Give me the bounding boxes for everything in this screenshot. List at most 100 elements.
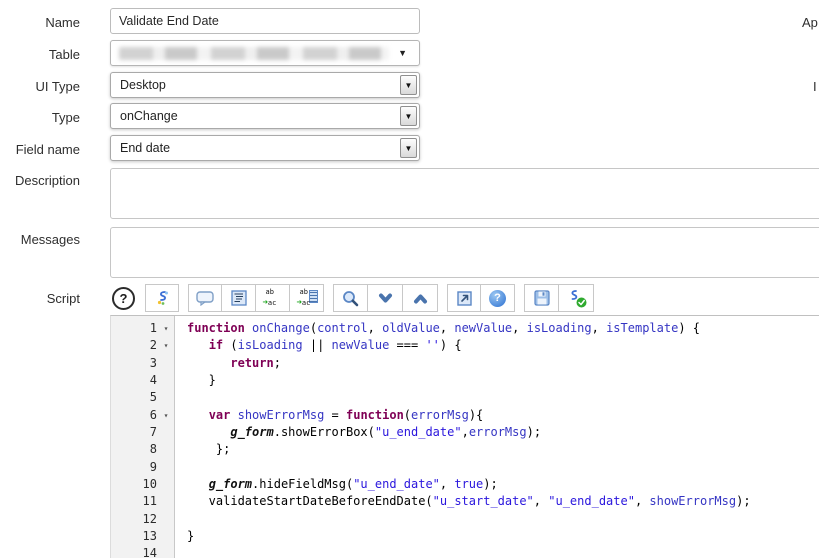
code-line[interactable]: 6 ▾ var showErrorMsg = function(errorMsg)… — [111, 407, 819, 424]
script-label: Script — [46, 291, 80, 306]
messages-textarea[interactable] — [110, 227, 819, 278]
script-code-editor[interactable]: 1 ▾ function onChange(control, oldValue, n… — [110, 315, 819, 558]
find-next-button[interactable] — [368, 284, 403, 312]
description-label: Description — [14, 173, 80, 188]
type-select[interactable]: onChange ▼ — [110, 103, 420, 129]
format-code-button[interactable] — [222, 284, 256, 312]
line-number: 10 — [142, 477, 157, 492]
code-text[interactable]: return; — [175, 355, 281, 372]
search-icon — [343, 290, 359, 306]
line-gutter: 7 — [111, 424, 175, 441]
open-in-new-window-button[interactable] — [447, 284, 481, 312]
code-text[interactable]: } — [175, 372, 216, 389]
dropdown-caret-icon: ▼ — [404, 111, 413, 121]
ui-type-dropdown-button[interactable]: ▼ — [400, 75, 417, 95]
comment-button[interactable] — [188, 284, 222, 312]
fold-arrow-icon[interactable]: ▾ — [157, 320, 175, 337]
code-text[interactable]: g_form.showErrorBox("u_end_date",errorMs… — [175, 424, 541, 441]
type-value: onChange — [120, 109, 178, 123]
field-name-value: End date — [120, 141, 171, 155]
ui-type-value: Desktop — [120, 78, 166, 92]
code-text[interactable]: function onChange(control, oldValue, new… — [175, 320, 700, 337]
line-gutter: 5 — [111, 389, 175, 406]
field-name-dropdown-button[interactable]: ▼ — [400, 138, 417, 158]
replace-all-button[interactable]: ab ➜ ac — [290, 284, 324, 312]
description-textarea[interactable] — [110, 168, 819, 219]
line-gutter: 11 — [111, 493, 175, 510]
ui-type-select[interactable]: Desktop ▼ — [110, 72, 420, 98]
fold-arrow-icon[interactable]: ▾ — [157, 337, 175, 354]
line-gutter: 8 — [111, 441, 175, 458]
code-line[interactable]: 12 — [111, 511, 819, 528]
replace-icon: ab ➜ ac — [262, 288, 277, 308]
code-line[interactable]: 7 g_form.showErrorBox("u_end_date",error… — [111, 424, 819, 441]
find-previous-button[interactable] — [403, 284, 438, 312]
chevron-up-icon — [413, 294, 427, 303]
line-gutter: 13 — [111, 528, 175, 545]
type-dropdown-button[interactable]: ▼ — [400, 106, 417, 126]
line-number: 12 — [142, 511, 157, 526]
code-text[interactable]: if (isLoading || newValue === '') { — [175, 337, 462, 354]
code-text[interactable]: }; — [175, 441, 230, 458]
dropdown-caret-icon: ▼ — [404, 143, 413, 153]
code-line[interactable]: 13} — [111, 528, 819, 545]
code-text[interactable]: var showErrorMsg = function(errorMsg){ — [175, 407, 484, 424]
code-line[interactable]: 2 ▾ if (isLoading || newValue === '') { — [111, 337, 819, 354]
search-button[interactable] — [333, 284, 368, 312]
code-text[interactable] — [175, 511, 187, 528]
comment-bubble-icon — [196, 290, 214, 306]
line-gutter: 3 — [111, 355, 175, 372]
code-text[interactable] — [175, 459, 187, 476]
help-icon[interactable]: ? — [112, 286, 135, 310]
field-name-select[interactable]: End date ▼ — [110, 135, 420, 161]
code-line[interactable]: 10 g_form.hideFieldMsg("u_end_date", tru… — [111, 476, 819, 493]
line-number: 4 — [149, 373, 157, 388]
code-line[interactable]: 1 ▾ function onChange(control, oldValue, n… — [111, 320, 819, 337]
name-label: Name — [45, 15, 80, 30]
code-text[interactable]: } — [175, 528, 194, 545]
toggle-syntax-editor-button[interactable] — [145, 284, 179, 312]
line-number: 3 — [149, 355, 157, 370]
name-input[interactable] — [110, 8, 420, 34]
save-button[interactable] — [524, 284, 559, 312]
line-number: 11 — [142, 494, 157, 509]
fold-arrow-icon[interactable]: ▾ — [157, 407, 175, 424]
dropdown-caret-icon: ▼ — [404, 80, 413, 90]
line-gutter: 9 — [111, 459, 175, 476]
line-gutter: 10 — [111, 476, 175, 493]
code-line[interactable]: 11 validateStartDateBeforeEndDate("u_sta… — [111, 493, 819, 510]
code-text[interactable]: g_form.hideFieldMsg("u_end_date", true); — [175, 476, 498, 493]
application-label-truncated: Ap — [802, 15, 818, 30]
code-text[interactable]: validateStartDateBeforeEndDate("u_start_… — [175, 493, 751, 510]
code-line[interactable]: 8 }; — [111, 441, 819, 458]
format-code-icon — [230, 290, 247, 306]
code-line[interactable]: 4 } — [111, 372, 819, 389]
table-select[interactable]: ▼ — [110, 40, 420, 66]
line-gutter: 6 ▾ — [111, 407, 175, 424]
code-text[interactable] — [175, 545, 187, 558]
code-text[interactable] — [175, 389, 187, 406]
code-line[interactable]: 3 return; — [111, 355, 819, 372]
check-syntax-button[interactable] — [559, 284, 594, 312]
code-lines[interactable]: 1 ▾ function onChange(control, oldValue, n… — [111, 320, 819, 558]
save-floppy-icon — [533, 290, 550, 306]
line-gutter: 4 — [111, 372, 175, 389]
code-line[interactable]: 14 — [111, 545, 819, 558]
line-number: 7 — [149, 425, 157, 440]
code-line[interactable]: 5 — [111, 389, 819, 406]
help-reference-button[interactable]: ? — [481, 284, 515, 312]
code-line[interactable]: 9 — [111, 459, 819, 476]
dropdown-caret-icon[interactable]: ▼ — [398, 48, 407, 58]
chevron-down-icon — [378, 293, 392, 302]
replace-button[interactable]: ab ➜ ac — [256, 284, 290, 312]
messages-label: Messages — [20, 232, 80, 247]
